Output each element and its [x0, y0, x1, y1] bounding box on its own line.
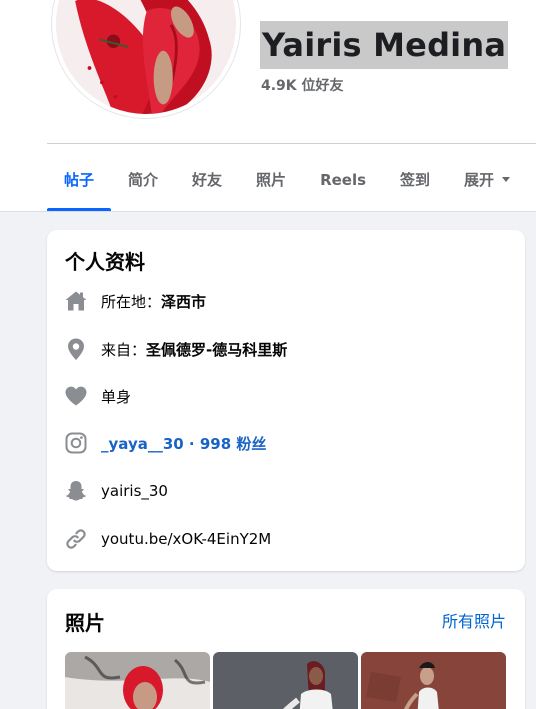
intro-card: 个人资料 所在地： 泽西市 来自： 圣佩德罗-德马科里斯 单身 _yaya__30 …	[47, 230, 525, 571]
website-link[interactable]: youtu.be/xOK-4EinY2M	[101, 530, 271, 548]
photos-card: 照片 所有照片	[47, 589, 525, 709]
profile-header: Yairis Medina 4.9K 位好友 帖子 简介 好友 照片 Reels…	[0, 0, 536, 212]
from-prefix: 来自：	[101, 340, 147, 359]
heart-icon	[64, 384, 88, 408]
tab-label: 展开	[464, 171, 495, 189]
intro-title: 个人资料	[65, 250, 145, 274]
tab-label: 好友	[192, 171, 223, 189]
photo-thumbnail[interactable]	[65, 652, 210, 709]
tab-label: 照片	[256, 171, 287, 189]
link-icon	[64, 527, 88, 551]
photos-title: 照片	[65, 611, 105, 635]
tab-about[interactable]: 简介	[111, 148, 175, 211]
instagram-icon	[64, 431, 88, 455]
caret-down-icon	[502, 177, 511, 182]
intro-website: youtu.be/xOK-4EinY2M	[64, 525, 271, 553]
intro-snapchat: yairis_30	[64, 477, 168, 505]
see-all-photos-link[interactable]: 所有照片	[442, 608, 506, 632]
intro-instagram: _yaya__30 · 998 粉丝	[64, 429, 266, 457]
snapchat-handle[interactable]: yairis_30	[101, 482, 168, 500]
tab-label: 签到	[400, 171, 431, 189]
header-divider	[47, 143, 536, 144]
intro-relationship: 单身	[64, 382, 131, 410]
friend-count[interactable]: 4.9K 位好友	[261, 75, 344, 95]
photo-thumbnail[interactable]	[361, 652, 506, 709]
tab-friends[interactable]: 好友	[175, 148, 239, 211]
lives-in-prefix: 所在地：	[101, 292, 162, 311]
from-value[interactable]: 圣佩德罗-德马科里斯	[146, 339, 287, 360]
tab-checkins[interactable]: 签到	[383, 148, 447, 211]
profile-name-highlight: Yairis Medina	[260, 21, 509, 69]
snapchat-icon	[64, 479, 88, 503]
home-icon	[64, 289, 88, 313]
profile-avatar[interactable]	[52, 0, 240, 118]
tab-reels[interactable]: Reels	[303, 148, 383, 211]
tab-posts[interactable]: 帖子	[47, 148, 112, 211]
tab-label: Reels	[320, 170, 367, 189]
tab-label: 简介	[128, 171, 159, 189]
relationship-status: 单身	[101, 387, 132, 406]
tab-more[interactable]: 展开	[447, 148, 527, 211]
avatar-image	[56, 0, 236, 114]
map-pin-icon	[64, 337, 88, 361]
intro-from: 来自： 圣佩德罗-德马科里斯	[64, 335, 287, 363]
photo-thumbnail[interactable]	[213, 652, 358, 709]
tab-photos[interactable]: 照片	[239, 148, 303, 211]
tab-label: 帖子	[64, 171, 95, 189]
profile-name[interactable]: Yairis Medina	[262, 26, 506, 64]
lives-in-value[interactable]: 泽西市	[161, 291, 206, 312]
instagram-link[interactable]: _yaya__30 · 998 粉丝	[101, 433, 266, 454]
intro-lives-in: 所在地： 泽西市	[64, 287, 206, 315]
profile-tabs: 帖子 简介 好友 照片 Reels 签到 展开	[47, 148, 527, 211]
